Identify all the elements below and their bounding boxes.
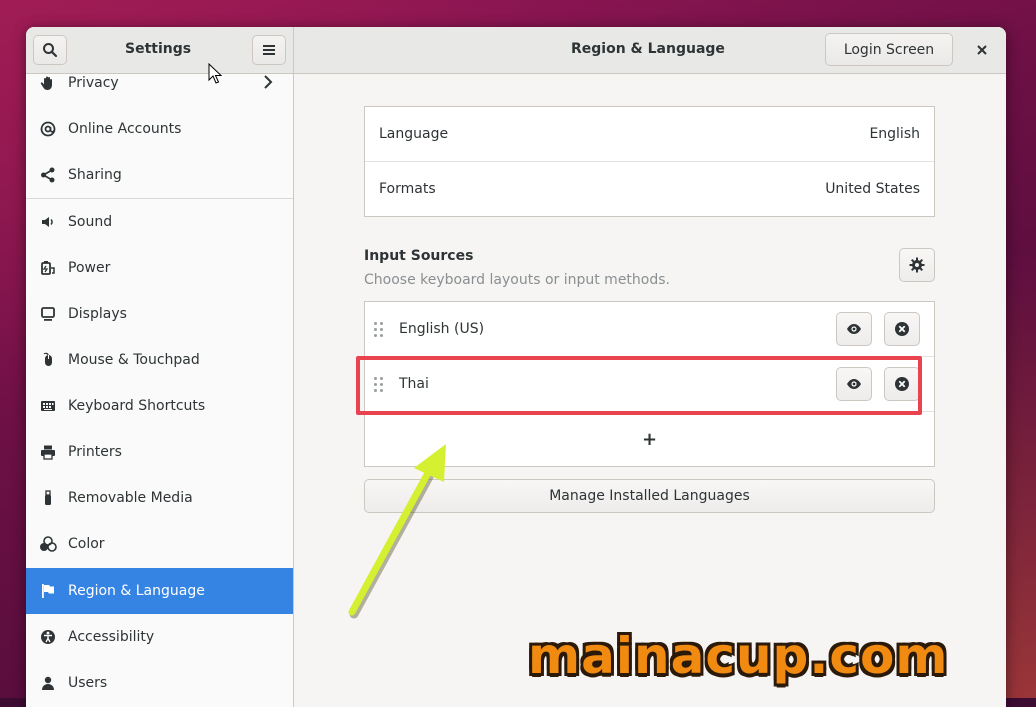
- sidebar-item-privacy[interactable]: Privacy: [26, 74, 293, 106]
- sidebar-item-label: Removable Media: [68, 490, 193, 506]
- sidebar-item-label: Privacy: [68, 75, 119, 91]
- region-frame: Language English Formats United States: [364, 106, 935, 217]
- remove-input-source-button[interactable]: [884, 312, 920, 346]
- flag-icon: [39, 582, 57, 600]
- hand-icon: [39, 74, 57, 92]
- sidebar-item-label: Online Accounts: [68, 121, 182, 137]
- users-icon: [39, 674, 57, 692]
- remove-icon: [895, 322, 909, 336]
- share-icon: [39, 166, 57, 184]
- display-icon: [39, 305, 57, 323]
- language-value: English: [869, 126, 920, 142]
- search-button[interactable]: [33, 35, 67, 65]
- sidebar-item-label: Sound: [68, 214, 113, 230]
- sidebar-item-removable-media[interactable]: Removable Media: [26, 475, 293, 521]
- input-source-label: English (US): [399, 321, 485, 337]
- eye-icon: [847, 324, 861, 334]
- input-sources-subtitle: Choose keyboard layouts or input methods…: [364, 272, 670, 288]
- speaker-icon: [39, 213, 57, 231]
- sidebar-item-label: Color: [68, 536, 105, 552]
- close-button[interactable]: [972, 40, 992, 60]
- formats-value: United States: [825, 181, 920, 197]
- hamburger-icon: [263, 45, 275, 55]
- sidebar-item-keyboard-shortcuts[interactable]: Keyboard Shortcuts: [26, 383, 293, 429]
- sidebar-item-accessibility[interactable]: Accessibility: [26, 614, 293, 660]
- usb-icon: [39, 489, 57, 507]
- drag-handle-icon[interactable]: [374, 322, 384, 338]
- keyboard-icon: [39, 397, 57, 415]
- sidebar-item-label: Displays: [68, 306, 127, 322]
- sidebar-title: Settings: [125, 41, 192, 57]
- input-options-button[interactable]: [899, 248, 935, 282]
- sidebar-item-printers[interactable]: Printers: [26, 429, 293, 475]
- header-bar: Settings Region & Language Login Screen: [26, 27, 1006, 74]
- mouse-icon: [39, 351, 57, 369]
- sidebar-item-region-language[interactable]: Region & Language: [26, 568, 293, 614]
- sidebar-item-sound[interactable]: Sound: [26, 199, 293, 245]
- accessibility-icon: [39, 628, 57, 646]
- printer-icon: [39, 443, 57, 461]
- login-screen-button[interactable]: Login Screen: [825, 33, 953, 66]
- sidebar-item-online-accounts[interactable]: Online Accounts: [26, 106, 293, 152]
- color-icon: [39, 535, 57, 553]
- add-icon: +: [641, 429, 658, 450]
- formats-label: Formats: [379, 181, 436, 197]
- sidebar-item-label: Mouse & Touchpad: [68, 352, 200, 368]
- at-icon: [39, 120, 57, 138]
- page-title: Region & Language: [571, 41, 725, 57]
- input-sources-heading: Input Sources: [364, 248, 474, 264]
- mouse-cursor-icon: [208, 63, 222, 84]
- sidebar-item-label: Accessibility: [68, 629, 155, 645]
- chevron-right-icon: [263, 74, 273, 93]
- input-source-row-english[interactable]: English (US): [365, 302, 934, 357]
- sidebar-item-color[interactable]: Color: [26, 521, 293, 567]
- gear-icon: [909, 257, 925, 273]
- sidebar-item-label: Keyboard Shortcuts: [68, 398, 206, 414]
- menu-button[interactable]: [252, 35, 286, 65]
- annotation-arrow-icon: [348, 444, 446, 619]
- sidebar-item-label: Region & Language: [68, 583, 205, 599]
- sidebar-header: Settings: [26, 27, 294, 73]
- language-row[interactable]: Language English: [365, 107, 934, 162]
- highlight-box: [356, 356, 922, 415]
- sidebar-item-users[interactable]: Users: [26, 660, 293, 706]
- close-icon: [977, 45, 987, 55]
- formats-row[interactable]: Formats United States: [365, 162, 934, 217]
- sidebar-item-label: Users: [68, 675, 108, 691]
- sidebar-item-power[interactable]: Power: [26, 245, 293, 291]
- sidebar-item-label: Printers: [68, 444, 122, 460]
- sidebar-item-label: Sharing: [68, 167, 122, 183]
- sidebar-item-label: Power: [68, 260, 111, 276]
- watermark: mainacup.com: [528, 627, 949, 685]
- sidebar-item-displays[interactable]: Displays: [26, 291, 293, 337]
- sidebar-item-sharing[interactable]: Sharing: [26, 152, 293, 198]
- power-icon: [39, 259, 57, 277]
- preview-layout-button[interactable]: [836, 312, 872, 346]
- language-label: Language: [379, 126, 449, 142]
- sidebar-item-mouse-touchpad[interactable]: Mouse & Touchpad: [26, 337, 293, 383]
- sidebar: Privacy Online Accounts Sharing Sound Po…: [26, 74, 294, 707]
- search-icon: [43, 43, 58, 58]
